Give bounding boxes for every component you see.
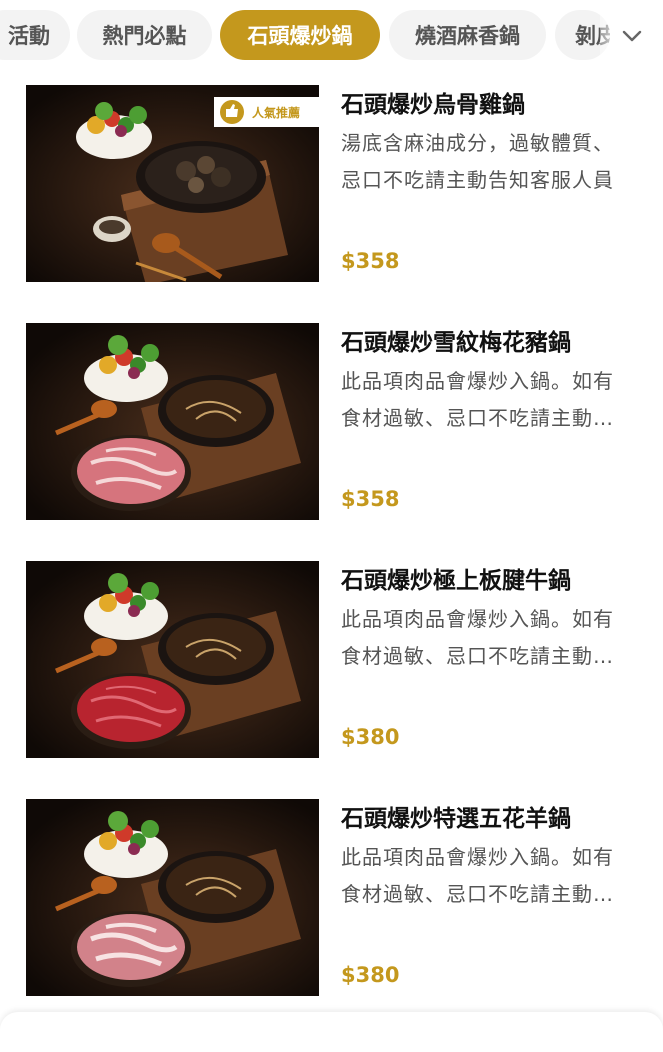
item-description: 此品項肉品會爆炒入鍋。如有食材過敏、忌口不吃請主動告知: [341, 845, 614, 906]
tab-popular[interactable]: 熱門必點: [77, 10, 212, 60]
tab-activities[interactable]: 活動: [0, 10, 70, 60]
item-image: [26, 323, 319, 520]
menu-item[interactable]: 人氣推薦 石頭爆炒烏骨雞鍋 湯底含麻油成分，過敏體質、忌口不吃請主動告知客服人員…: [0, 85, 663, 285]
chevron-down-icon[interactable]: [612, 18, 652, 54]
bottom-sheet-handle[interactable]: [0, 1012, 663, 1052]
item-description: 此品項肉品會爆炒入鍋。如有食材過敏、忌口不吃請主動告知: [341, 607, 614, 668]
item-price: $358: [341, 249, 400, 273]
item-image: [26, 799, 319, 996]
item-image: 人氣推薦: [26, 85, 319, 282]
item-title: 石頭爆炒極上板腱牛鍋: [341, 568, 571, 594]
menu-item[interactable]: 石頭爆炒極上板腱牛鍋 此品項肉品會爆炒入鍋。如有食材過敏、忌口不吃請主動告知 $…: [0, 561, 663, 761]
item-price: $380: [341, 725, 400, 749]
item-title: 石頭爆炒雪紋梅花豬鍋: [341, 330, 571, 356]
category-tabs: 活動 熱門必點 石頭爆炒鍋 燒酒麻香鍋 剝皮: [0, 0, 663, 72]
item-image: [26, 561, 319, 758]
popular-badge: 人氣推薦: [252, 105, 300, 120]
item-price: $380: [341, 963, 400, 987]
item-title: 石頭爆炒烏骨雞鍋: [341, 92, 525, 118]
menu-item[interactable]: 石頭爆炒雪紋梅花豬鍋 此品項肉品會爆炒入鍋。如有食材過敏、忌口不吃請主動告知 $…: [0, 323, 663, 523]
item-title: 石頭爆炒特選五花羊鍋: [341, 806, 571, 832]
tab-soju-mala-pot[interactable]: 燒酒麻香鍋: [389, 10, 546, 60]
tab-stone-stirfry-pot[interactable]: 石頭爆炒鍋: [220, 10, 380, 60]
menu-item[interactable]: 石頭爆炒特選五花羊鍋 此品項肉品會爆炒入鍋。如有食材過敏、忌口不吃請主動告知 $…: [0, 799, 663, 999]
item-description: 此品項肉品會爆炒入鍋。如有食材過敏、忌口不吃請主動告知: [341, 369, 614, 430]
item-price: $358: [341, 487, 400, 511]
item-description: 湯底含麻油成分，過敏體質、忌口不吃請主動告知客服人員: [341, 131, 614, 192]
